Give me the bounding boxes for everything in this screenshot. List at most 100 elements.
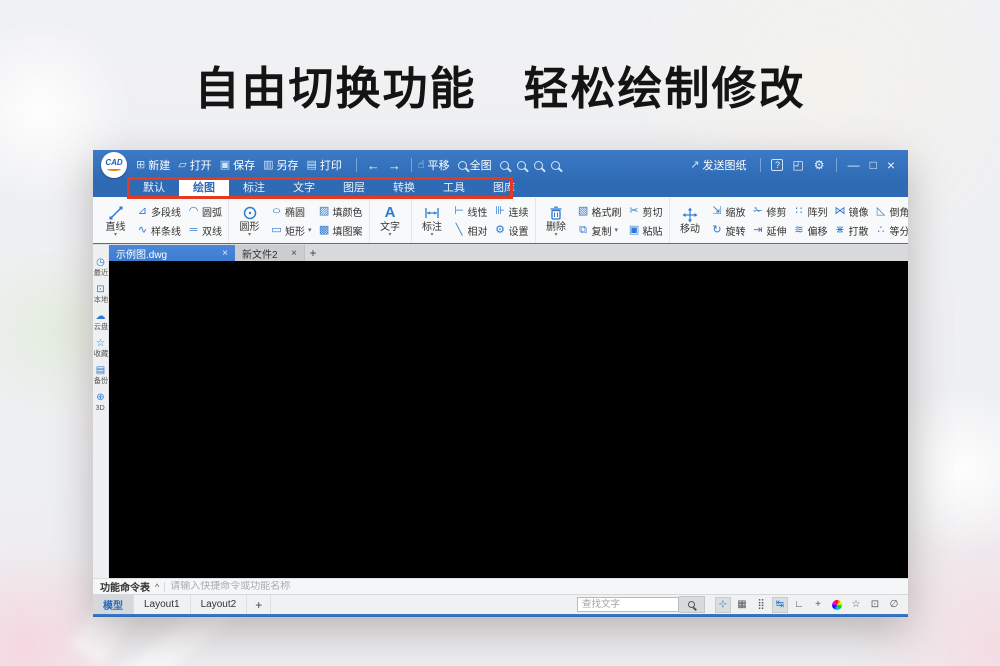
gear-icon[interactable]: ⚙ bbox=[814, 158, 825, 172]
color-wheel-icon[interactable] bbox=[829, 597, 845, 613]
dimension-button[interactable]: 标注 ▾ bbox=[416, 204, 449, 238]
zoom-in-icon[interactable] bbox=[500, 161, 509, 170]
fullscreen-icon[interactable]: ◰ bbox=[792, 158, 803, 172]
sidebar-item-cloud[interactable]: ☁ 云盘 bbox=[93, 311, 109, 331]
command-input[interactable] bbox=[170, 581, 908, 592]
zoom-extents-button[interactable]: 全图 bbox=[458, 157, 492, 173]
format-painter-button[interactable]: ▧ 格式刷 bbox=[575, 203, 624, 219]
relative-dim-button[interactable]: ╲ 相对 bbox=[451, 222, 490, 238]
copy-button[interactable]: ⧉ 复制 ▾ bbox=[575, 222, 624, 238]
print-button[interactable]: ▤ 打印 bbox=[307, 157, 342, 173]
new-button[interactable]: ⊞ 新建 bbox=[136, 157, 170, 173]
document-tab-bar: 示例图.dwg × 新文件2 × + bbox=[109, 245, 908, 261]
ribbon-col: ◺ 倒角 ▾ ∴ 等分 ▾ bbox=[873, 203, 908, 238]
explode-button[interactable]: ⋇ 打散 bbox=[832, 222, 871, 238]
new-doc-tab-button[interactable]: + bbox=[305, 245, 321, 261]
chamfer-button[interactable]: ◺ 倒角 ▾ bbox=[873, 203, 908, 219]
save-as-button[interactable]: ▥ 另存 bbox=[263, 157, 298, 173]
scale-button[interactable]: ⇲ 缩放 bbox=[709, 203, 748, 219]
help-icon[interactable]: ? bbox=[771, 159, 783, 171]
drawing-canvas[interactable] bbox=[109, 261, 908, 578]
continuous-dim-button[interactable]: ⊪ 连续 bbox=[492, 203, 531, 219]
open-button[interactable]: ▱ 打开 bbox=[178, 157, 211, 173]
arc-button[interactable]: ◠ 圆弧 bbox=[185, 203, 224, 219]
close-icon[interactable]: × bbox=[222, 248, 228, 259]
spline-button[interactable]: ∿ 样条线 bbox=[134, 222, 183, 238]
offset-button[interactable]: ≋ 偏移 bbox=[791, 222, 830, 238]
tab-library[interactable]: 图库 bbox=[479, 180, 529, 197]
layout-tab-layout2[interactable]: Layout2 bbox=[191, 595, 248, 614]
cut-button[interactable]: ✂ 剪切 bbox=[626, 203, 665, 219]
dim-settings-button[interactable]: ⚙ 设置 bbox=[492, 222, 531, 238]
command-panel-toggle[interactable]: 功能命令表 bbox=[100, 579, 150, 594]
divide-button[interactable]: ∴ 等分 ▾ bbox=[873, 222, 908, 238]
zoom-previous-icon[interactable] bbox=[551, 161, 560, 170]
zoom-out-icon[interactable] bbox=[517, 161, 526, 170]
layout-tab-model[interactable]: 模型 bbox=[93, 595, 134, 614]
star-icon[interactable]: ☆ bbox=[848, 597, 864, 613]
crosshair-icon[interactable]: + bbox=[810, 597, 826, 613]
sidebar-item-recent[interactable]: ◷ 最近 bbox=[93, 257, 109, 277]
collapse-caret-icon[interactable]: ^ bbox=[155, 582, 159, 592]
tab-default[interactable]: 默认 bbox=[129, 180, 179, 197]
rotate-button[interactable]: ↻ 旋转 bbox=[709, 222, 748, 238]
new-layout-tab-button[interactable]: + bbox=[247, 595, 271, 614]
hatch-button[interactable]: ▩ 填图案 bbox=[316, 222, 365, 238]
sidebar-item-3d[interactable]: ⊕ 3D bbox=[95, 392, 105, 412]
undo-back-icon[interactable]: ← bbox=[367, 158, 380, 173]
sidebar-item-local[interactable]: ⊡ 本地 bbox=[93, 284, 109, 304]
close-button[interactable]: × bbox=[887, 157, 895, 173]
doc-tab-active[interactable]: 示例图.dwg × bbox=[109, 245, 235, 261]
move-mode-icon[interactable]: ⊹ bbox=[715, 597, 731, 613]
app-logo[interactable]: CAD bbox=[101, 152, 127, 178]
trim-button[interactable]: ✁ 修剪 bbox=[750, 203, 789, 219]
sidebar-item-backup[interactable]: ▤ 备份 bbox=[93, 365, 109, 385]
tab-text[interactable]: 文字 bbox=[279, 180, 329, 197]
minimize-button[interactable]: — bbox=[848, 158, 860, 172]
lasso-icon[interactable]: ∅ bbox=[886, 597, 902, 613]
dimension-label: 标注 bbox=[422, 222, 442, 233]
doc-tab-inactive[interactable]: 新文件2 × bbox=[235, 245, 305, 261]
line-button[interactable]: 直线 ▾ bbox=[99, 204, 132, 238]
send-drawing-button[interactable]: ↗ 发送图纸 bbox=[690, 157, 746, 173]
copy-label: 复制 bbox=[592, 223, 612, 238]
snap-mode-icon[interactable]: ↹ bbox=[772, 597, 788, 613]
polyline-button[interactable]: ⊿ 多段线 bbox=[134, 203, 183, 219]
grid-icon[interactable]: ▦ bbox=[734, 597, 750, 613]
tab-dimension[interactable]: 标注 bbox=[229, 180, 279, 197]
paste-button[interactable]: ▣ 粘贴 bbox=[626, 222, 665, 238]
tab-tools[interactable]: 工具 bbox=[429, 180, 479, 197]
rectangle-button[interactable]: ▭ 矩形 ▾ bbox=[268, 222, 314, 238]
array-button[interactable]: ∷ 阵列 bbox=[791, 203, 830, 219]
close-icon[interactable]: × bbox=[291, 248, 297, 259]
tab-convert[interactable]: 转换 bbox=[379, 180, 429, 197]
linear-dim-button[interactable]: ⊢ 线性 bbox=[451, 203, 490, 219]
window-bottom-edge bbox=[93, 614, 908, 617]
save-button[interactable]: ▣ 保存 bbox=[220, 157, 255, 173]
cube-icon[interactable]: ⊡ bbox=[867, 597, 883, 613]
ellipse-button[interactable]: ○ 椭圆 bbox=[268, 203, 314, 219]
relative-dim-label: 相对 bbox=[468, 223, 488, 238]
mirror-button[interactable]: ⋈ 镜像 bbox=[832, 203, 871, 219]
find-text-input[interactable] bbox=[577, 597, 679, 612]
grid-dots-icon[interactable]: ⣿ bbox=[753, 597, 769, 613]
redo-forward-icon[interactable]: → bbox=[388, 158, 401, 173]
text-button[interactable]: A 文字 ▾ bbox=[374, 204, 407, 238]
zoom-window-icon[interactable] bbox=[534, 161, 543, 170]
maximize-button[interactable]: □ bbox=[870, 158, 877, 172]
circle-button[interactable]: 圆形 ▾ bbox=[233, 204, 266, 238]
pan-button[interactable]: ☝ 平移 bbox=[418, 157, 450, 173]
find-text-button[interactable] bbox=[679, 596, 705, 613]
scissors-icon: ✂ bbox=[628, 206, 641, 217]
sidebar-item-favorites[interactable]: ☆ 收藏 bbox=[93, 338, 109, 358]
tab-layer[interactable]: 图层 bbox=[329, 180, 379, 197]
explode-label: 打散 bbox=[849, 223, 869, 238]
tab-draw-active[interactable]: 绘图 bbox=[179, 180, 229, 197]
double-line-button[interactable]: ═ 双线 bbox=[185, 222, 224, 238]
fill-color-button[interactable]: ▨ 填颜色 bbox=[316, 203, 365, 219]
ortho-mode-icon[interactable]: ∟ bbox=[791, 597, 807, 613]
move-button[interactable]: 移动 bbox=[674, 206, 707, 235]
delete-button[interactable]: 删除 ▾ bbox=[540, 204, 573, 238]
extend-button[interactable]: ⇥ 延伸 bbox=[750, 222, 789, 238]
layout-tab-layout1[interactable]: Layout1 bbox=[134, 595, 191, 614]
